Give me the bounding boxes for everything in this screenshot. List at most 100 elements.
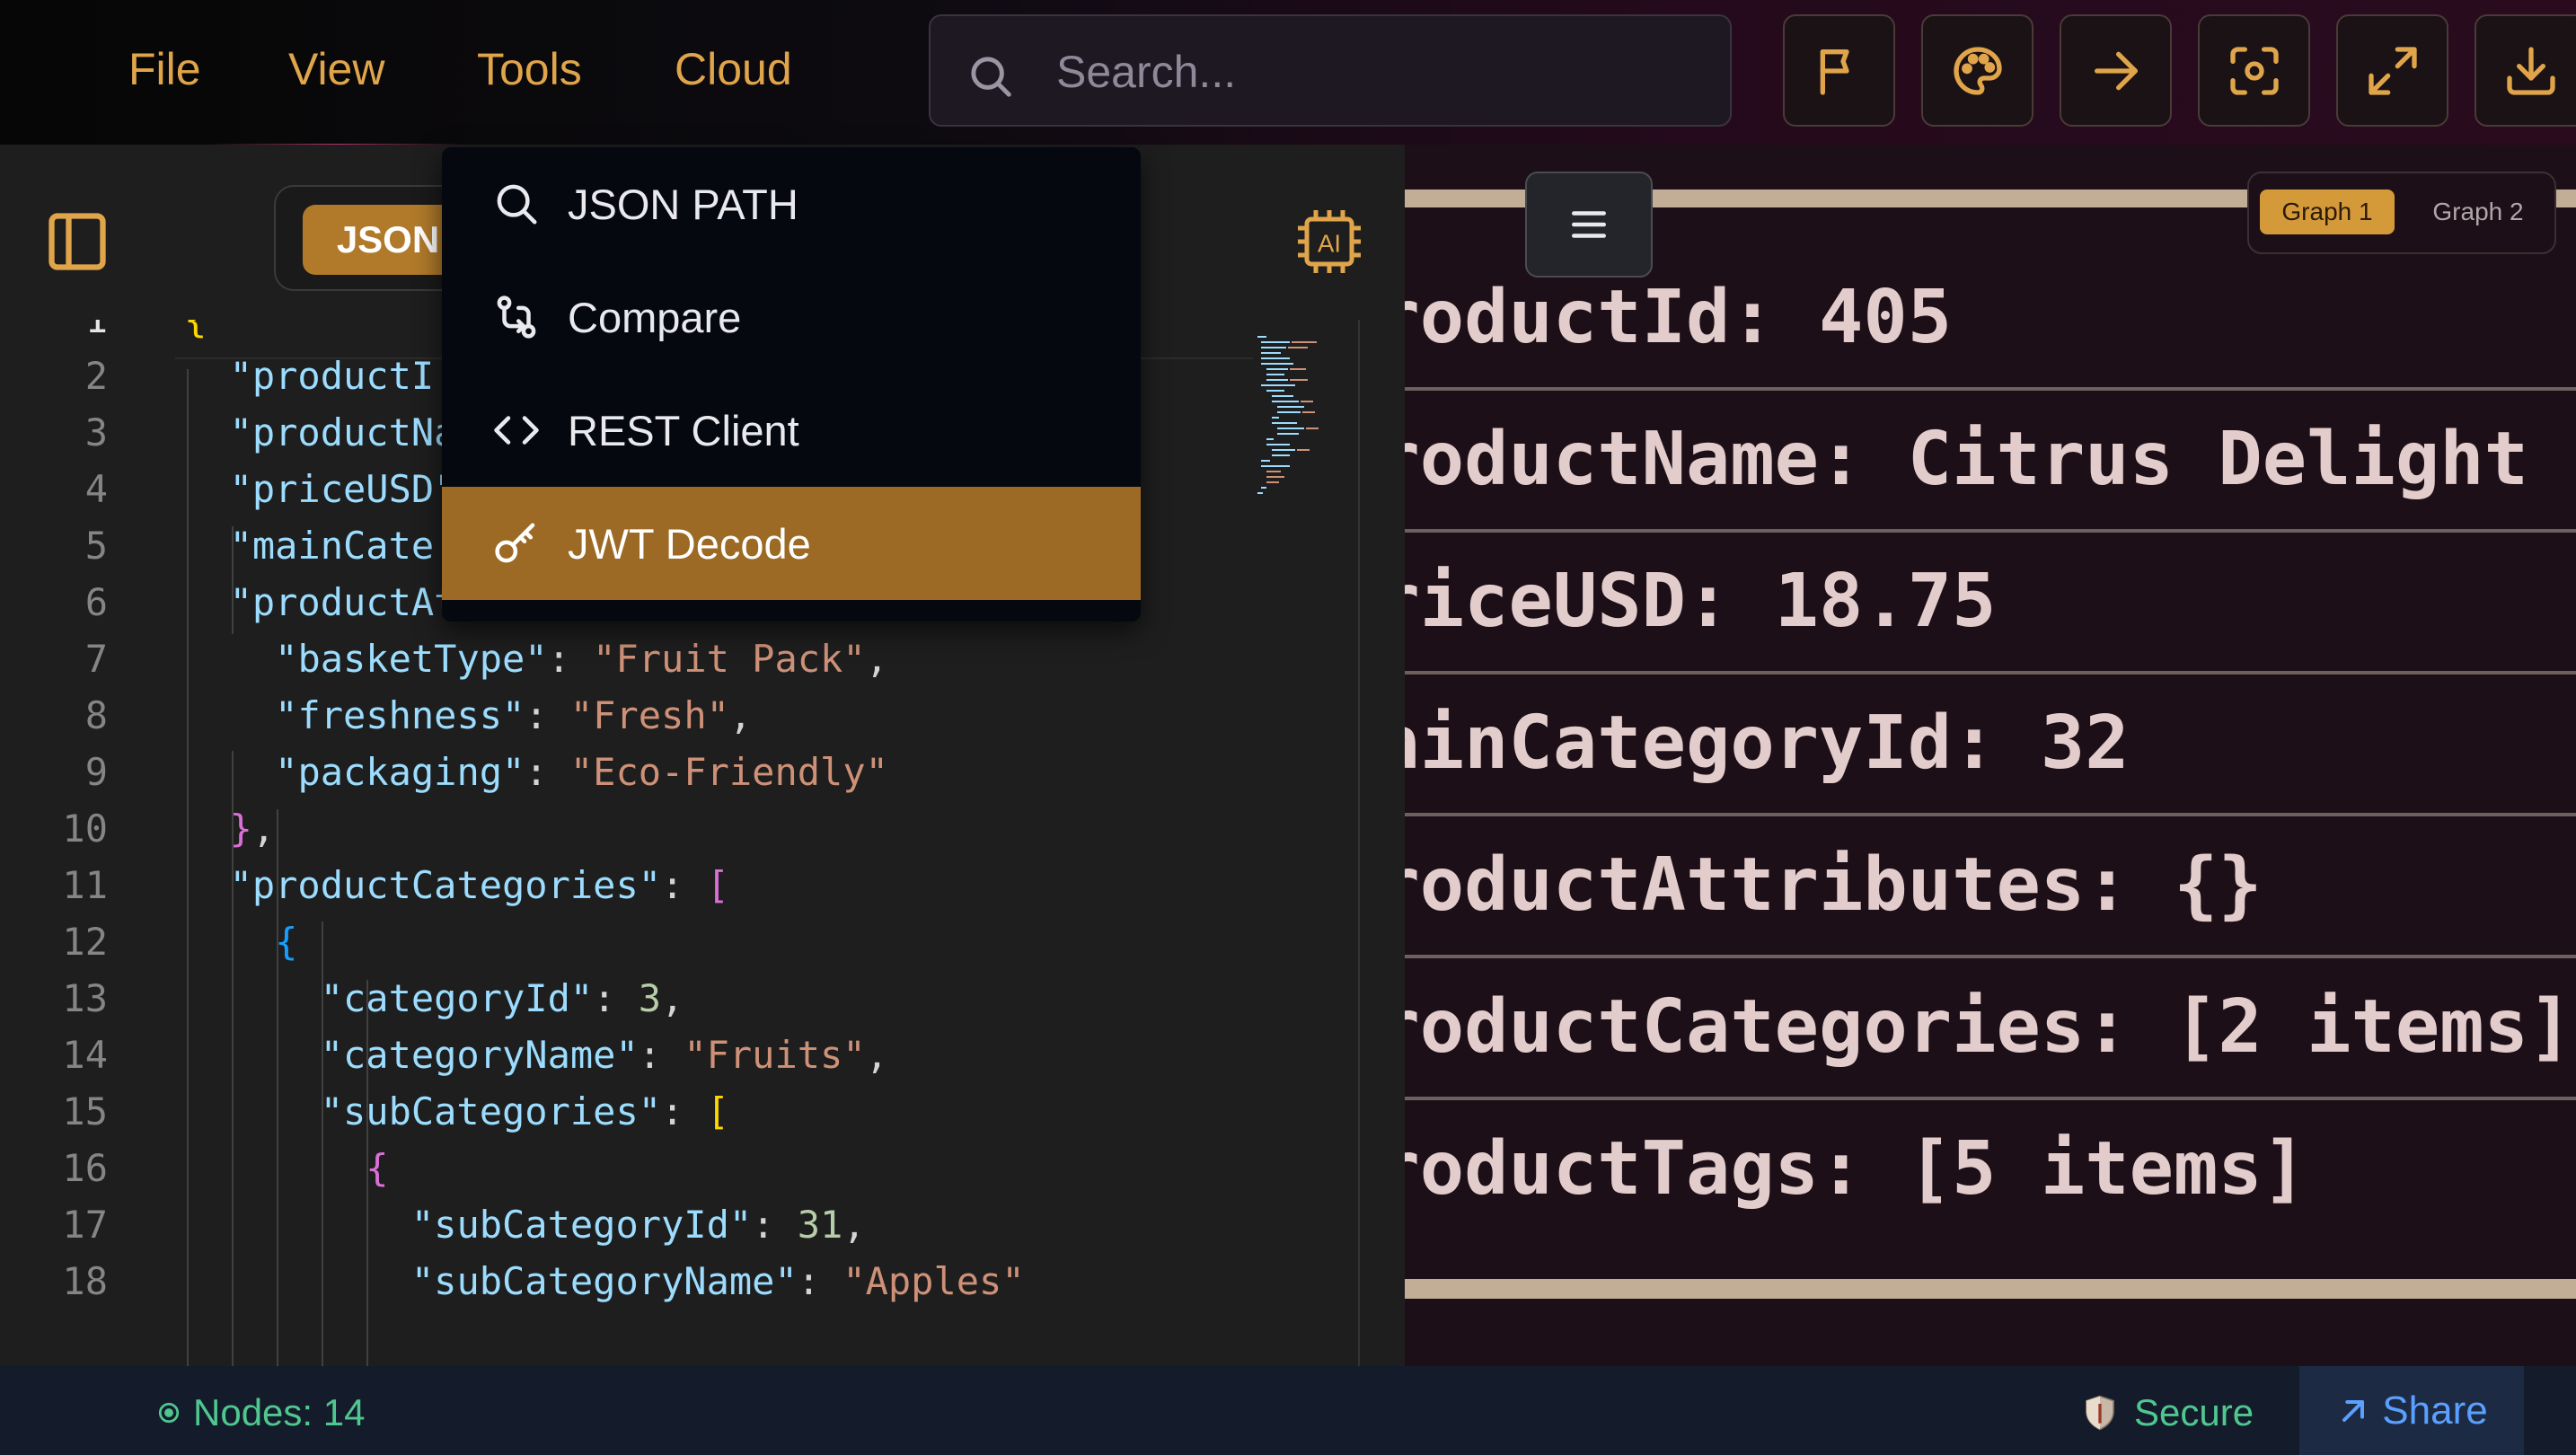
arrow-up-right-icon (2342, 1399, 2365, 1422)
focus-button[interactable] (2198, 14, 2310, 127)
sidebar-toggle-button[interactable] (43, 207, 111, 280)
fullscreen-button[interactable] (2336, 14, 2448, 127)
line-number: 15 (62, 1089, 108, 1133)
line-number: 11 (62, 863, 108, 907)
graph-menu-button[interactable] (1525, 172, 1653, 278)
row-divider (1405, 387, 2576, 391)
menu-item-label: REST Client (568, 406, 799, 454)
shield-icon (2086, 1395, 2114, 1431)
menu-item-label: Compare (568, 293, 742, 341)
search-icon (971, 57, 1011, 97)
menu-item-compare[interactable]: Compare (442, 260, 1141, 374)
line-number: 18 (62, 1259, 108, 1303)
secure-status: Secure (2082, 1391, 2254, 1434)
code-icon (494, 416, 539, 445)
graph-node-row: productName: Citrus Delight Pa (1405, 417, 2576, 502)
tab-graph-1[interactable]: Graph 1 (2260, 190, 2395, 234)
theme-button[interactable] (1921, 14, 2033, 127)
menu-item-json-path[interactable]: JSON PATH (442, 147, 1141, 260)
search-input[interactable] (1056, 43, 1685, 101)
status-bar: Nodes: 14 Secure Share (0, 1366, 2576, 1455)
share-button[interactable]: Share (2299, 1366, 2524, 1455)
node-border-bottom (1405, 1279, 2576, 1299)
menu-tools[interactable]: Tools (477, 43, 582, 95)
code-line: "basketType": "Fruit Pack", (275, 637, 888, 681)
menu-item-rest-client[interactable]: REST Client (442, 374, 1141, 487)
line-number: 14 (62, 1033, 108, 1077)
sidebar-icon (49, 213, 106, 270)
svg-text:AI: AI (1318, 229, 1341, 257)
line-number: 7 (84, 637, 108, 681)
download-button[interactable] (2475, 14, 2576, 127)
compare-icon (497, 295, 536, 339)
ai-chip-icon: AI (1298, 210, 1361, 273)
download-icon (2506, 46, 2555, 95)
node-count-label: Nodes: 14 (193, 1391, 366, 1433)
code-line: { (275, 920, 298, 964)
tab-graph-2[interactable]: Graph 2 (2411, 190, 2545, 234)
flag-button[interactable] (1783, 14, 1895, 127)
line-number: 6 (84, 580, 108, 624)
secure-label: Secure (2134, 1391, 2254, 1433)
line-number: 10 (62, 807, 108, 851)
line-number: 4 (84, 467, 108, 511)
code-line: "priceUSD" (229, 467, 457, 511)
graph-node-row: productTags: [5 items] (1405, 1126, 2307, 1212)
minimap-divider (1358, 320, 1360, 1366)
line-number: 13 (62, 976, 108, 1020)
graph-tabs: Graph 1 Graph 2 (2247, 172, 2556, 254)
line-number: 17 (62, 1203, 108, 1247)
code-line: "subCategoryName": "Apples" (410, 1259, 1025, 1303)
code-line: "productI (229, 354, 435, 398)
line-number: 1 (36, 320, 108, 341)
menu-cloud[interactable]: Cloud (675, 43, 792, 95)
code-line: { (184, 320, 207, 341)
hamburger-icon (1572, 211, 1606, 238)
code-line: "packaging": "Eco-Friendly" (275, 750, 888, 794)
code-line: "productNa (229, 410, 457, 454)
row-divider (1405, 813, 2576, 816)
code-line: "freshness": "Fresh", (275, 693, 753, 737)
arrow-right-icon (2094, 51, 2138, 90)
line-number: 16 (62, 1146, 108, 1190)
search-box[interactable] (929, 14, 1732, 127)
graph-node-row: mainCategoryId: 32 (1405, 701, 2130, 786)
key-icon (495, 523, 535, 563)
line-number: 12 (62, 920, 108, 964)
code-line: { (366, 1146, 389, 1190)
tools-dropdown-menu: JSON PATH Compare REST Client JWT Decode (442, 147, 1141, 622)
line-number: 8 (84, 693, 108, 737)
code-line: "categoryId": 3, (320, 976, 684, 1020)
graph-node-row: productCategories: [2 items] (1405, 984, 2573, 1070)
code-line: "subCategories": [ (320, 1089, 729, 1133)
graph-node-row: productId: 405 (1405, 275, 1953, 360)
minimap[interactable] (1254, 333, 1362, 504)
graph-panel[interactable]: productId: 405 productName: Citrus Delig… (1405, 145, 2576, 1366)
menu-item-label: JSON PATH (568, 180, 798, 228)
line-number: 3 (84, 410, 108, 454)
code-line: "productCategories": [ (229, 863, 729, 907)
menu-item-jwt-decode[interactable]: JWT Decode (442, 487, 1141, 600)
search-icon (497, 184, 537, 225)
code-line: }, (229, 807, 276, 851)
expand-icon (2368, 46, 2417, 95)
graph-node-row: priceUSD: 18.75 (1405, 559, 1997, 644)
ai-button[interactable]: AI (1293, 206, 1365, 282)
menu-view[interactable]: View (288, 43, 384, 95)
focus-icon (2229, 46, 2279, 95)
line-number: 2 (84, 354, 108, 398)
navigate-button[interactable] (2060, 14, 2172, 127)
node-count: Nodes: 14 (157, 1391, 365, 1434)
row-divider (1405, 955, 2576, 958)
menu-file[interactable]: File (128, 43, 201, 95)
code-line: "categoryName": "Fruits", (320, 1033, 888, 1077)
menu-item-label: JWT Decode (568, 519, 811, 568)
code-line: "subCategoryId": 31, (410, 1203, 866, 1247)
row-divider (1405, 671, 2576, 675)
line-number: 9 (84, 750, 108, 794)
row-divider (1405, 1097, 2576, 1100)
palette-icon (1953, 46, 2002, 95)
top-bar: File View Tools Cloud (0, 0, 2576, 145)
row-divider (1405, 529, 2576, 533)
flag-icon (1820, 48, 1849, 95)
